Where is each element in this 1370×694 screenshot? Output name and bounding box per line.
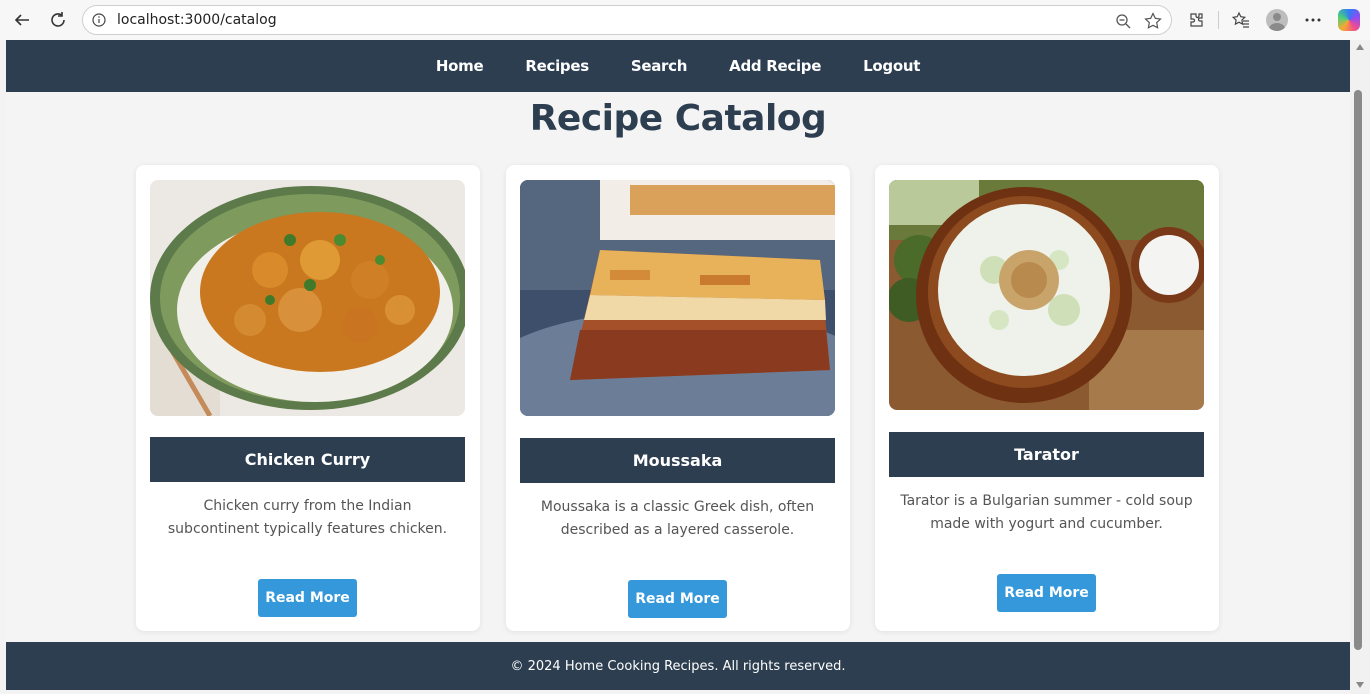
recipe-image-moussaka	[520, 180, 835, 416]
nav-link-logout[interactable]: Logout	[842, 57, 941, 75]
favorite-star-icon[interactable]	[1143, 11, 1163, 31]
recipe-title: Tarator	[889, 432, 1204, 477]
back-arrow-icon[interactable]	[8, 6, 36, 34]
scroll-down-arrow-icon[interactable]	[1356, 682, 1364, 688]
reload-icon[interactable]	[44, 6, 72, 34]
recipe-image-chicken-curry	[150, 180, 465, 416]
profile-avatar[interactable]	[1263, 6, 1291, 34]
recipe-image-tarator	[889, 180, 1204, 410]
read-more-button[interactable]: Read More	[628, 580, 727, 618]
page-title: Recipe Catalog	[529, 98, 827, 139]
site-footer: © 2024 Home Cooking Recipes. All rights …	[6, 642, 1350, 690]
page-viewport: Home Recipes Search Add Recipe Logout Re…	[6, 40, 1350, 690]
extensions-icon[interactable]	[1182, 6, 1210, 34]
favorites-icon[interactable]	[1227, 6, 1255, 34]
recipe-title: Chicken Curry	[150, 437, 465, 482]
site-navbar: Home Recipes Search Add Recipe Logout	[6, 40, 1350, 92]
zoom-out-icon[interactable]	[1113, 11, 1133, 31]
recipe-description: Tarator is a Bulgarian summer - cold sou…	[900, 493, 1193, 532]
scroll-thumb[interactable]	[1354, 90, 1362, 650]
recipe-card: Chicken Curry Chicken curry from the Ind…	[136, 165, 480, 631]
nav-link-recipes[interactable]: Recipes	[504, 57, 610, 75]
recipe-card: Moussaka Moussaka is a classic Greek dis…	[506, 165, 850, 631]
recipe-card: Tarator Tarator is a Bulgarian summer - …	[875, 165, 1219, 631]
info-icon[interactable]	[91, 12, 107, 28]
copilot-icon[interactable]	[1335, 6, 1363, 34]
scroll-up-arrow-icon[interactable]	[1356, 44, 1364, 50]
nav-link-search[interactable]: Search	[610, 57, 708, 75]
recipe-title: Moussaka	[520, 438, 835, 483]
nav-link-add-recipe[interactable]: Add Recipe	[708, 57, 842, 75]
recipe-description: Chicken curry from the Indian subcontine…	[167, 498, 448, 537]
recipe-description: Moussaka is a classic Greek dish, often …	[540, 499, 815, 538]
toolbar-divider	[1218, 11, 1219, 29]
nav-link-home[interactable]: Home	[415, 57, 504, 75]
vertical-scrollbar[interactable]	[1350, 40, 1370, 694]
read-more-button[interactable]: Read More	[258, 579, 357, 617]
read-more-button[interactable]: Read More	[997, 574, 1096, 612]
address-bar[interactable]: localhost:3000/catalog	[82, 5, 1172, 35]
url-text[interactable]: localhost:3000/catalog	[117, 12, 277, 28]
browser-toolbar: localhost:3000/catalog	[0, 0, 1370, 40]
more-options-icon[interactable]	[1299, 6, 1327, 34]
